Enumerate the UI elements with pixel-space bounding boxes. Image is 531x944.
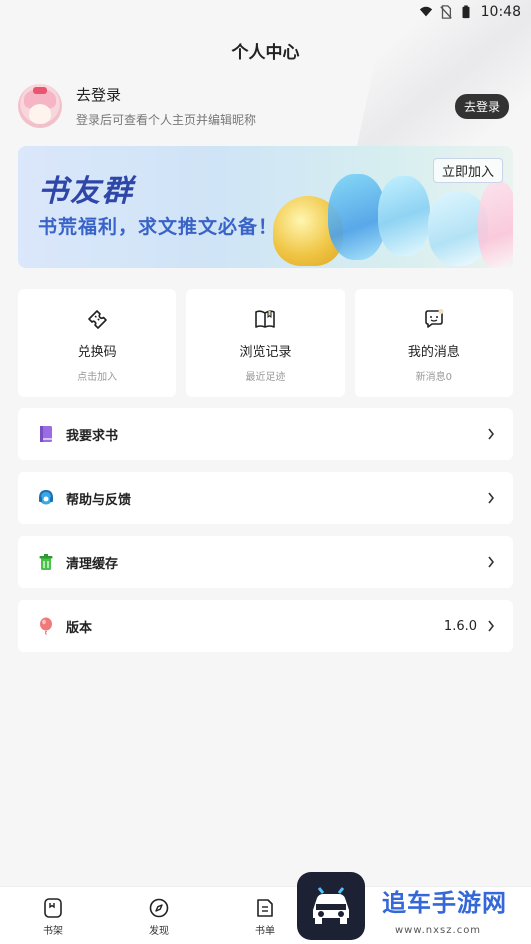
chevron-right-icon — [488, 428, 495, 440]
avatar[interactable] — [18, 84, 62, 128]
watermark-text: 追车手游网 — [382, 889, 507, 917]
booklist-icon — [257, 899, 273, 917]
settings-menu: 我要求书 帮助与反馈 清理缓存 版本 1.6.0 — [18, 408, 513, 664]
book-open-icon — [255, 310, 276, 328]
profile-name[interactable]: 去登录 — [76, 84, 455, 105]
no-sim-icon — [439, 5, 452, 19]
balloon-icon — [40, 617, 52, 635]
page-title: 个人中心 — [231, 43, 300, 63]
profile-subtitle: 登录后可查看个人主页并编辑昵称 — [76, 113, 257, 127]
shortcut-my-messages[interactable]: 我的消息 新消息0 — [354, 289, 513, 397]
menu-item-label: 清理缓存 — [66, 556, 119, 572]
help-feedback-icon — [39, 489, 53, 505]
book-request-icon — [40, 426, 52, 442]
status-time: 10:48 — [480, 4, 521, 20]
chevron-right-icon — [488, 620, 495, 632]
watermark-logo — [297, 872, 365, 940]
shortcut-grid: 兑换码 点击加入 浏览记录 最近足迹 我的消息 新消息0 — [18, 289, 513, 397]
bookshelf-icon — [44, 898, 62, 918]
menu-item-request-book[interactable]: 我要求书 — [18, 408, 513, 460]
status-icons — [419, 5, 473, 19]
shortcut-subtitle: 点击加入 — [77, 372, 118, 383]
shortcut-subtitle: 新消息0 — [415, 372, 452, 383]
menu-item-label: 帮助与反馈 — [66, 492, 132, 508]
profile-text: 去登录 登录后可查看个人主页并编辑昵称 — [76, 84, 455, 128]
message-icon — [425, 309, 444, 328]
login-button[interactable]: 去登录 — [454, 93, 509, 119]
banner-subtitle: 书荒福利，求文推文必备！ — [38, 216, 279, 238]
nav-label: 书架 — [43, 926, 63, 937]
version-value: 1.6.0 — [443, 618, 477, 634]
shortcut-subtitle: 最近足迹 — [245, 372, 286, 383]
menu-item-version[interactable]: 版本 1.6.0 — [18, 600, 513, 652]
battery-icon — [462, 5, 470, 19]
profile-section[interactable]: 去登录 登录后可查看个人主页并编辑昵称 去登录 — [18, 82, 509, 130]
trash-icon — [39, 554, 53, 570]
menu-item-clear-cache[interactable]: 清理缓存 — [18, 536, 513, 588]
chevron-right-icon — [488, 556, 495, 568]
shortcut-label: 兑换码 — [77, 345, 117, 360]
menu-item-label: 我要求书 — [66, 428, 119, 444]
chevron-right-icon — [488, 492, 495, 504]
status-bar: 10:48 — [0, 0, 531, 24]
watermark-url: www.nxsz.com — [395, 925, 482, 936]
nav-label: 书单 — [255, 926, 275, 937]
shortcut-label: 我的消息 — [407, 345, 460, 360]
shortcut-browse-history[interactable]: 浏览记录 最近足迹 — [186, 289, 345, 397]
join-now-button[interactable]: 立即加入 — [432, 158, 503, 183]
menu-item-help-feedback[interactable]: 帮助与反馈 — [18, 472, 513, 524]
compass-icon — [149, 898, 169, 918]
wifi-icon — [419, 6, 432, 17]
ticket-icon — [88, 310, 107, 329]
shortcut-label: 浏览记录 — [239, 345, 292, 360]
shortcut-redeem-code[interactable]: 兑换码 点击加入 — [18, 289, 177, 397]
banner-title: 书友群 — [38, 174, 134, 209]
nav-item-discover[interactable]: 发现 — [106, 897, 212, 937]
menu-item-label: 版本 — [66, 620, 93, 636]
nav-item-bookshelf[interactable]: 书架 — [0, 897, 106, 937]
nav-label: 发现 — [149, 926, 169, 937]
car-logo-icon — [313, 887, 349, 924]
reader-group-banner[interactable]: 书友群 书荒福利，求文推文必备！ 立即加入 — [18, 146, 513, 268]
